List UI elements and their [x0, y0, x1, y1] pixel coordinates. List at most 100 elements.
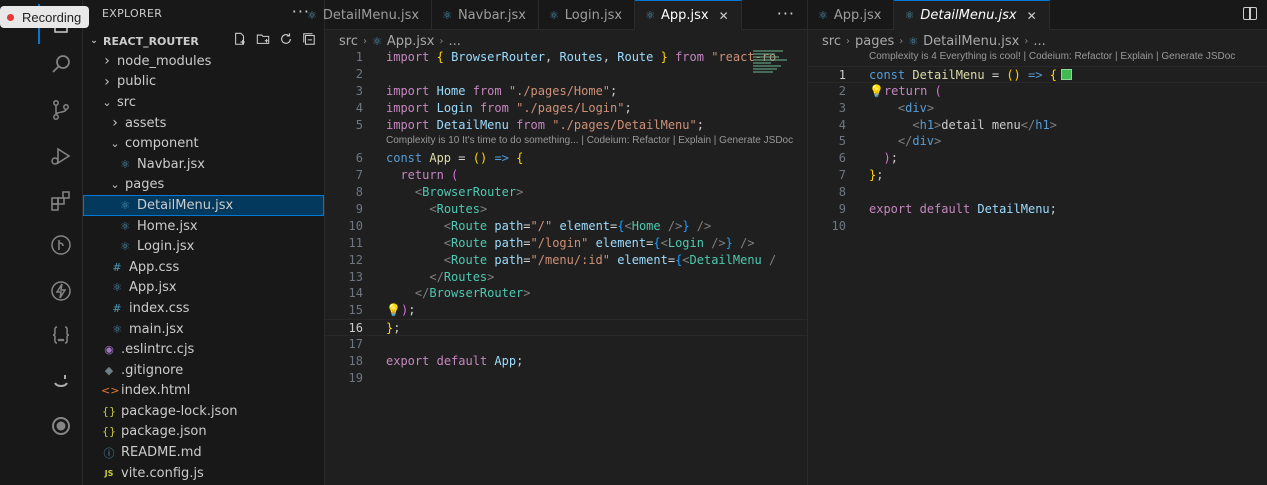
line-number: 6: [838, 151, 846, 166]
code-line: };: [386, 321, 401, 336]
chevron-right-icon: ›: [1024, 35, 1029, 47]
tree-folder[interactable]: ⌄ component: [83, 133, 324, 154]
breadcrumb-item[interactable]: src: [339, 34, 358, 49]
breadcrumb-item[interactable]: pages: [855, 34, 894, 49]
code-line: const App = () => {: [386, 151, 524, 166]
new-folder-icon[interactable]: [256, 32, 270, 46]
tree-file[interactable]: ⚛ App.jsx: [83, 278, 324, 299]
editor-tab[interactable]: ⚛ DetailMenu.jsx: [297, 0, 433, 30]
recording-label: Recording: [22, 9, 82, 25]
tree-item-label: index.css: [129, 300, 190, 316]
editor-tab[interactable]: ⚛ Navbar.jsx: [432, 0, 539, 30]
tree-file[interactable]: ⚛ Home.jsx: [83, 216, 324, 237]
code-line: import { BrowserRouter, Routes, Route } …: [386, 50, 777, 64]
git-graph-icon[interactable]: [48, 232, 74, 258]
target-icon[interactable]: [48, 413, 74, 439]
split-editor-icon[interactable]: [1243, 7, 1257, 20]
source-control-icon[interactable]: [48, 97, 74, 123]
tree-file[interactable]: # index.css: [83, 298, 324, 319]
tree-file[interactable]: ⚛ DetailMenu.jsx: [83, 195, 324, 216]
code-line: <Route path="/login" element={<Login />}…: [443, 235, 755, 250]
tree-item-label: Home.jsx: [137, 218, 198, 234]
tree-item-label: vite.config.js: [121, 465, 204, 481]
line-number: 14: [348, 286, 363, 301]
code-line: export default App;: [386, 354, 524, 369]
tree-folder[interactable]: ⌄ pages: [83, 175, 324, 196]
code-editor-right[interactable]: Complexity is 4 Everything is cool! | Co…: [808, 49, 1267, 235]
tree-folder[interactable]: › node_modules: [83, 51, 324, 72]
line-number: 9: [838, 202, 846, 217]
tree-folder[interactable]: › public: [83, 72, 324, 93]
codelens-right[interactable]: Complexity is 4 Everything is cool! | Co…: [808, 49, 1267, 66]
codelens-left[interactable]: Complexity is 10 It's time to do somethi…: [325, 133, 807, 150]
extensions-icon[interactable]: [48, 188, 74, 214]
close-icon[interactable]: ✕: [1027, 9, 1037, 23]
tree-file[interactable]: ◆ .gitignore: [83, 360, 324, 381]
editor-tab[interactable]: ⚛ DetailMenu.jsx ✕: [894, 0, 1050, 30]
new-file-icon[interactable]: [233, 32, 247, 46]
code-line: <BrowserRouter>: [414, 185, 524, 200]
code-line: return (: [400, 168, 459, 183]
run-debug-icon[interactable]: [48, 143, 74, 169]
line-number: 5: [838, 134, 846, 149]
close-icon[interactable]: ✕: [719, 9, 729, 23]
tree-file[interactable]: ⚛ main.jsx: [83, 319, 324, 340]
json-braces-icon[interactable]: [48, 322, 74, 348]
chevron-right-icon: ›: [899, 35, 904, 47]
tree-item-label: package-lock.json: [121, 403, 238, 419]
code-line: export default DetailMenu;: [869, 202, 1057, 217]
recording-indicator[interactable]: Recording: [0, 6, 90, 28]
tree-folder[interactable]: ⌄ src: [83, 92, 324, 113]
breadcrumb-item[interactable]: src: [822, 34, 841, 49]
tree-file[interactable]: {} package.json: [83, 422, 324, 443]
tree-file[interactable]: # App.css: [83, 257, 324, 278]
line-number: 7: [838, 168, 846, 183]
lightning-icon[interactable]: [48, 278, 74, 304]
color-swatch-icon[interactable]: [1060, 68, 1072, 80]
explorer-actions: [233, 32, 316, 46]
tree-item-label: component: [125, 136, 199, 152]
line-number: 2: [355, 66, 363, 81]
minimap[interactable]: [753, 49, 793, 89]
react-icon: ⚛: [371, 34, 382, 48]
line-number: 17: [348, 337, 363, 352]
editor-tab[interactable]: ⚛ App.jsx: [808, 0, 895, 30]
explorer-sidebar: EXPLORER ··· ⌄ REACT_ROUTER › node_module…: [83, 0, 325, 485]
editor-more-icon[interactable]: ···: [777, 4, 795, 23]
breadcrumb-item[interactable]: App.jsx: [387, 34, 435, 49]
line-number: 12: [348, 252, 363, 267]
refresh-icon[interactable]: [279, 32, 293, 46]
tree-file[interactable]: <> index.html: [83, 381, 324, 402]
code-editor-left[interactable]: 1 import { BrowserRouter, Routes, Route }…: [325, 49, 807, 387]
react-icon: ⚛: [120, 198, 130, 212]
breadcrumb-item[interactable]: DetailMenu.jsx: [923, 34, 1019, 49]
tree-file[interactable]: JS vite.config.js: [83, 463, 324, 484]
breadcrumb-item[interactable]: ...: [1033, 34, 1045, 49]
lightbulb-icon[interactable]: 💡: [869, 84, 884, 98]
react-icon: ⚛: [120, 240, 130, 254]
tree-file[interactable]: ◉ .eslintrc.cjs: [83, 339, 324, 360]
lightbulb-icon[interactable]: 💡: [386, 303, 401, 317]
tree-folder[interactable]: › assets: [83, 113, 324, 134]
breadcrumb-item[interactable]: ...: [448, 34, 460, 49]
search-icon[interactable]: [48, 51, 74, 77]
explorer-title: EXPLORER: [102, 7, 163, 20]
collapse-all-icon[interactable]: [302, 32, 316, 46]
line-number: 4: [838, 117, 846, 132]
react-icon: ⚛: [442, 8, 452, 22]
tree-file[interactable]: ⚛ Navbar.jsx: [83, 154, 324, 175]
editor-tab[interactable]: ⚛ Login.jsx: [539, 0, 636, 30]
tree-file[interactable]: ⚛ Login.jsx: [83, 236, 324, 257]
tree-item-label: DetailMenu.jsx: [137, 197, 234, 213]
tree-file[interactable]: {} package-lock.json: [83, 401, 324, 422]
json-icon: {}: [102, 404, 116, 418]
line-number: 13: [348, 269, 363, 284]
code-line: <h1>detail menu</h1>: [912, 117, 1057, 132]
chevron-right-icon: ›: [104, 53, 110, 70]
codeium-smile-icon[interactable]: [48, 368, 74, 394]
react-icon: ⚛: [120, 219, 130, 233]
editor-tab[interactable]: ⚛ App.jsx ✕: [635, 0, 742, 30]
editor-group-left: ⚛ DetailMenu.jsx ⚛ Navbar.jsx ⚛ Login.jsx ⚛ App…: [307, 0, 807, 485]
tab-bar-right: ⚛ App.jsx ⚛ DetailMenu.jsx ✕: [808, 0, 1267, 30]
tree-file[interactable]: ⓘ README.md: [83, 442, 324, 463]
